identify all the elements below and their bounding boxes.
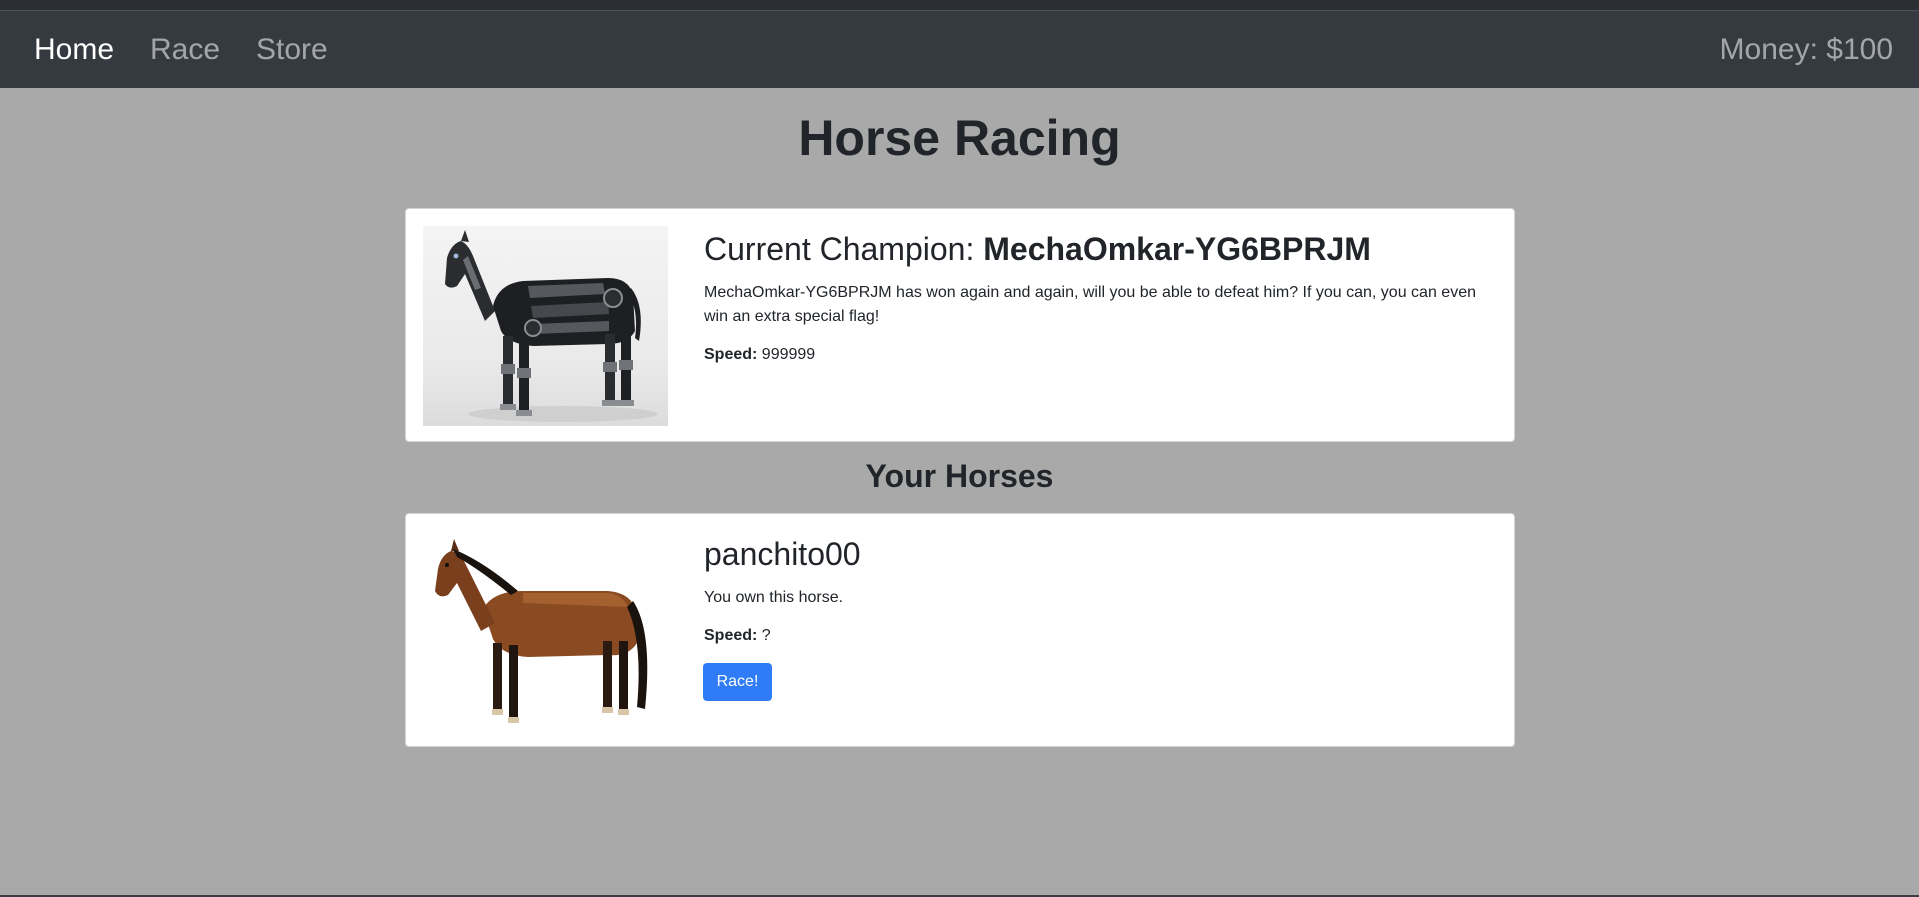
horse-description: You own this horse. xyxy=(704,589,844,606)
nav-race-link[interactable]: Race xyxy=(150,33,220,67)
your-horses-heading: Your Horses xyxy=(865,458,1054,494)
horse-name: panchito00 xyxy=(704,536,861,572)
navbar: Home Race Store Money: $100 xyxy=(0,11,1919,88)
horse-card: panchito00 You own this horse. Speed: ? … xyxy=(405,513,1515,747)
page-title: Horse Racing xyxy=(798,110,1121,166)
nav-home-link[interactable]: Home xyxy=(34,33,114,67)
champion-speed-value: 999999 xyxy=(761,346,816,363)
champion-speed-label: Speed: xyxy=(704,346,758,363)
race-button[interactable]: Race! xyxy=(703,663,772,701)
champion-image xyxy=(423,226,668,426)
horse-image xyxy=(423,531,668,731)
champion-speed: Speed: 999999 xyxy=(704,343,1494,367)
robot-horse-image xyxy=(445,230,658,422)
bay-horse-image xyxy=(435,539,648,723)
nav-store-link[interactable]: Store xyxy=(256,33,328,67)
browser-top-strip xyxy=(0,0,1919,11)
horse-speed: Speed: ? xyxy=(704,624,1494,648)
champion-description: MechaOmkar-YG6BPRJM has won again and ag… xyxy=(704,284,1476,325)
champion-card: Current Champion: MechaOmkar-YG6BPRJM Me… xyxy=(405,208,1515,442)
champion-title: Current Champion: MechaOmkar-YG6BPRJM xyxy=(704,229,1494,269)
champion-name: MechaOmkar-YG6BPRJM xyxy=(983,231,1371,267)
champion-title-prefix: Current Champion: xyxy=(704,231,984,267)
money-display: Money: $100 xyxy=(1719,33,1893,66)
horse-speed-label: Speed: xyxy=(704,627,758,644)
horse-speed-value: ? xyxy=(761,627,771,644)
